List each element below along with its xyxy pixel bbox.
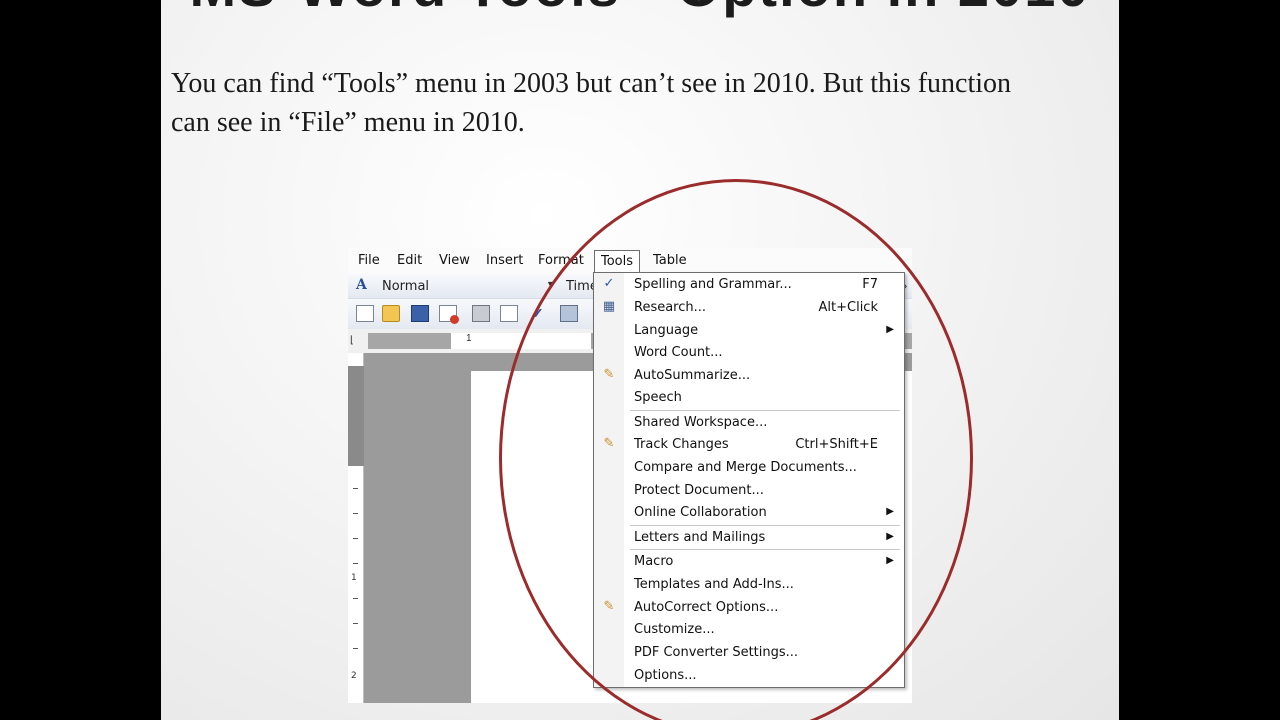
print-preview-icon[interactable] bbox=[500, 305, 518, 322]
menu-item-templates-and-add-ins[interactable]: Templates and Add-Ins... bbox=[594, 574, 904, 596]
ruler-tick bbox=[353, 513, 358, 514]
track-changes-icon: ✎ bbox=[603, 436, 615, 451]
menu-format[interactable]: Format bbox=[538, 253, 584, 268]
research-icon: ▦ bbox=[602, 299, 616, 314]
ruler-text-area bbox=[451, 333, 591, 349]
spelling-icon[interactable]: ✓ bbox=[532, 305, 550, 322]
menu-item-label: Research... bbox=[634, 300, 707, 315]
ruler-tick bbox=[353, 623, 358, 624]
menu-item-label: Spelling and Grammar... bbox=[634, 277, 792, 292]
menu-table[interactable]: Table bbox=[653, 253, 687, 268]
submenu-arrow-icon: ▶ bbox=[886, 506, 894, 517]
word-menubar: File Edit View Insert Format Tools Table bbox=[348, 248, 912, 274]
menu-item-track-changes[interactable]: ✎ Track Changes Ctrl+Shift+E bbox=[594, 434, 904, 456]
menu-item-label: Track Changes bbox=[634, 437, 729, 452]
autosummarize-icon: ✎ bbox=[603, 367, 615, 382]
permission-icon[interactable] bbox=[439, 305, 459, 324]
menu-edit[interactable]: Edit bbox=[397, 253, 422, 268]
print-icon[interactable] bbox=[472, 305, 490, 322]
ruler-tick bbox=[353, 563, 358, 564]
menu-separator bbox=[630, 410, 900, 411]
tab-selector-icon[interactable]: ⌊ bbox=[350, 335, 354, 346]
menu-item-label: Customize... bbox=[634, 622, 715, 637]
menu-separator bbox=[630, 549, 900, 550]
submenu-arrow-icon: ▶ bbox=[886, 531, 894, 542]
menu-item-language[interactable]: Language ▶ bbox=[594, 320, 904, 342]
menu-item-label: PDF Converter Settings... bbox=[634, 645, 799, 660]
spelling-icon: ✓ bbox=[603, 276, 615, 291]
vertical-ruler-number: 2 bbox=[351, 671, 357, 681]
menu-item-label: Letters and Mailings bbox=[634, 530, 766, 545]
vertical-ruler-number: 1 bbox=[351, 573, 357, 583]
menu-item-research[interactable]: ▦ Research... Alt+Click bbox=[594, 297, 904, 319]
menu-item-autosummarize[interactable]: ✎ AutoSummarize... bbox=[594, 365, 904, 387]
slide-body: You can find “Tools” menu in 2003 but ca… bbox=[171, 64, 1119, 142]
chevron-down-icon[interactable]: ▼ bbox=[546, 279, 555, 289]
menu-item-label: AutoSummarize... bbox=[634, 368, 751, 383]
save-icon[interactable] bbox=[411, 305, 429, 322]
style-select[interactable]: Normal bbox=[382, 279, 429, 294]
vertical-ruler: 1 2 bbox=[348, 353, 364, 703]
menu-item-label: Language bbox=[634, 323, 699, 338]
menu-item-spelling-and-grammar[interactable]: ✓ Spelling and Grammar... F7 bbox=[594, 274, 904, 296]
ruler-number: 1 bbox=[466, 333, 472, 344]
slide-title: MS-Word Tools - Option in 2010 bbox=[161, 0, 1119, 19]
menu-item-shortcut: Alt+Click bbox=[818, 300, 878, 315]
slide-body-line-1: You can find “Tools” menu in 2003 but ca… bbox=[171, 68, 1012, 99]
submenu-arrow-icon: ▶ bbox=[886, 324, 894, 335]
menu-item-shared-workspace[interactable]: Shared Workspace... bbox=[594, 412, 904, 434]
menu-item-speech[interactable]: Speech bbox=[594, 387, 904, 409]
menu-item-label: Templates and Add-Ins... bbox=[634, 577, 794, 592]
menu-insert[interactable]: Insert bbox=[486, 253, 523, 268]
menu-tools[interactable]: Tools bbox=[594, 250, 641, 273]
menu-item-autocorrect-options[interactable]: ✎ AutoCorrect Options... bbox=[594, 597, 904, 619]
menu-item-label: Options... bbox=[634, 668, 697, 683]
vertical-ruler-margin bbox=[348, 366, 364, 466]
menu-item-options[interactable]: Options... bbox=[594, 665, 904, 687]
autocorrect-icon: ✎ bbox=[603, 599, 615, 614]
submenu-arrow-icon: ▶ bbox=[886, 555, 894, 566]
open-folder-icon[interactable] bbox=[382, 305, 400, 322]
style-icon: A bbox=[356, 277, 367, 293]
menu-item-macro[interactable]: Macro ▶ bbox=[594, 551, 904, 573]
ruler-tick bbox=[353, 598, 358, 599]
menu-item-compare-and-merge[interactable]: Compare and Merge Documents... bbox=[594, 457, 904, 479]
menu-file[interactable]: File bbox=[358, 253, 380, 268]
menu-item-shortcut: Ctrl+Shift+E bbox=[795, 437, 878, 452]
slide-body-line-2: can see in “File” menu in 2010. bbox=[171, 107, 525, 138]
new-document-icon[interactable] bbox=[356, 305, 374, 322]
menu-item-label: Macro bbox=[634, 554, 674, 569]
menu-item-protect-document[interactable]: Protect Document... bbox=[594, 480, 904, 502]
menu-item-label: Shared Workspace... bbox=[634, 415, 768, 430]
menu-item-label: Compare and Merge Documents... bbox=[634, 460, 857, 475]
menu-item-customize[interactable]: Customize... bbox=[594, 619, 904, 641]
menu-view[interactable]: View bbox=[439, 253, 470, 268]
menu-item-label: Protect Document... bbox=[634, 483, 764, 498]
research-icon[interactable] bbox=[560, 305, 578, 322]
menu-item-label: Word Count... bbox=[634, 345, 723, 360]
ruler-tick bbox=[353, 648, 358, 649]
ruler-tick bbox=[353, 488, 358, 489]
menu-item-label: Online Collaboration bbox=[634, 505, 767, 520]
menu-item-letters-and-mailings[interactable]: Letters and Mailings ▶ bbox=[594, 527, 904, 549]
tools-menu: ✓ Spelling and Grammar... F7 ▦ Research.… bbox=[593, 272, 905, 688]
ruler-tick bbox=[353, 538, 358, 539]
menu-item-shortcut: F7 bbox=[862, 277, 878, 292]
menu-separator bbox=[630, 525, 900, 526]
menu-item-online-collaboration[interactable]: Online Collaboration ▶ bbox=[594, 502, 904, 524]
menu-item-word-count[interactable]: Word Count... bbox=[594, 342, 904, 364]
menu-item-pdf-converter-settings[interactable]: PDF Converter Settings... bbox=[594, 642, 904, 664]
menu-item-label: AutoCorrect Options... bbox=[634, 600, 779, 615]
menu-item-label: Speech bbox=[634, 390, 682, 405]
